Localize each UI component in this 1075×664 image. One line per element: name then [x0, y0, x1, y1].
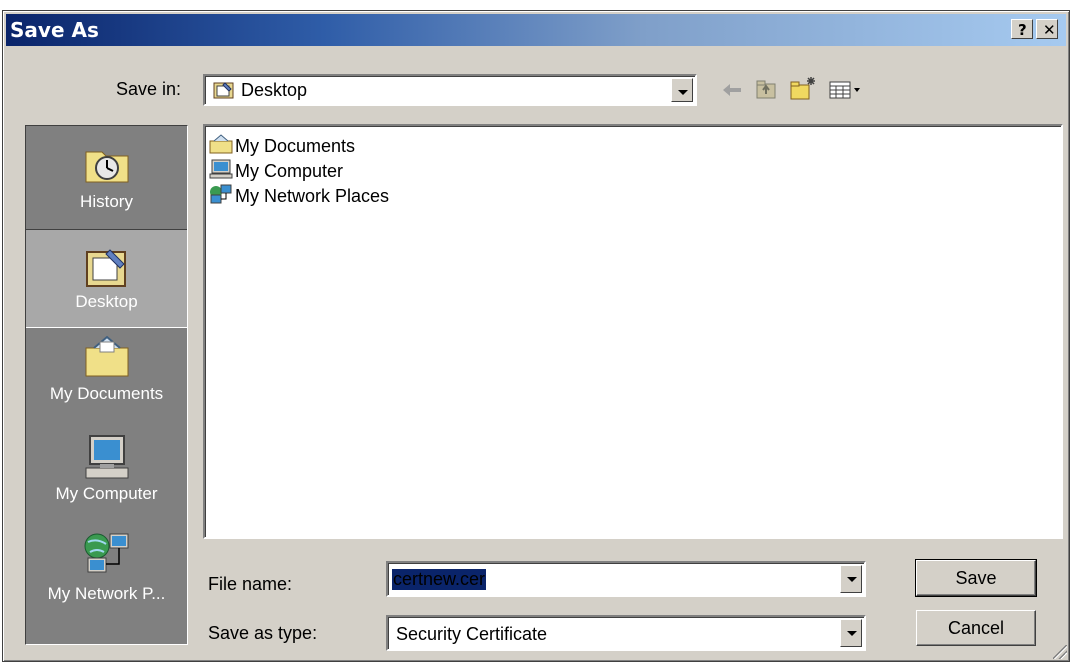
save-as-type-dropdown[interactable]: Security Certificate — [386, 615, 866, 651]
places-bar: History Desktop My Documents My Computer… — [25, 125, 188, 645]
list-item-label: My Documents — [235, 136, 356, 156]
file-list[interactable]: My Documents My Computer My Network Plac… — [203, 124, 1063, 539]
create-new-folder-icon[interactable] — [789, 75, 817, 106]
window-title: Save As — [10, 18, 99, 42]
history-icon — [82, 140, 132, 186]
title-bar[interactable]: Save As ? ✕ — [6, 14, 1066, 46]
places-label-desktop: Desktop — [75, 292, 138, 311]
my-documents-icon — [209, 134, 233, 159]
list-item[interactable]: My Documents — [209, 134, 355, 159]
list-item-label: My Computer — [235, 161, 344, 181]
save-as-dialog: Save As ? ✕ Save in: Desktop History Des… — [2, 10, 1070, 662]
file-name-value: certnew.cer — [392, 569, 487, 590]
my-network-places-icon — [82, 530, 132, 576]
my-documents-icon — [82, 334, 132, 380]
chevron-down-icon[interactable] — [840, 619, 862, 647]
places-item-my-network-places[interactable]: My Network P... — [26, 526, 187, 644]
save-as-type-value: Security Certificate — [396, 624, 548, 644]
save-in-dropdown[interactable]: Desktop — [203, 74, 697, 106]
save-in-label: Save in: — [116, 79, 182, 99]
list-item[interactable]: My Network Places — [209, 184, 389, 209]
desktop-icon — [213, 80, 235, 105]
my-network-places-icon — [209, 184, 233, 209]
cancel-button[interactable]: Cancel — [916, 610, 1036, 646]
places-item-my-documents[interactable]: My Documents — [26, 326, 187, 426]
places-item-history[interactable]: History — [26, 126, 187, 229]
resize-grip[interactable] — [1053, 645, 1067, 659]
view-menu-icon[interactable] — [829, 80, 861, 105]
my-computer-icon — [82, 434, 132, 480]
back-icon[interactable] — [721, 81, 743, 104]
list-item-label: My Network Places — [235, 186, 390, 206]
places-label-my-network-places: My Network P... — [47, 584, 166, 603]
places-item-desktop[interactable]: Desktop — [26, 229, 187, 328]
help-button[interactable]: ? — [1011, 19, 1033, 39]
chevron-down-icon[interactable] — [840, 565, 862, 593]
save-button[interactable]: Save — [915, 559, 1037, 597]
places-label-my-documents: My Documents — [49, 384, 164, 403]
places-label-history: History — [80, 192, 133, 211]
list-item[interactable]: My Computer — [209, 159, 343, 184]
close-button[interactable]: ✕ — [1036, 19, 1058, 39]
save-in-value: Desktop — [241, 80, 308, 100]
save-as-type-label: Save as type: — [208, 623, 318, 643]
places-item-my-computer[interactable]: My Computer — [26, 426, 187, 526]
places-label-my-computer: My Computer — [55, 484, 158, 503]
my-computer-icon — [209, 159, 233, 184]
up-one-level-icon[interactable] — [755, 78, 779, 105]
file-name-field[interactable]: certnew.cer — [386, 561, 866, 597]
file-name-label: File name: — [208, 574, 293, 594]
chevron-down-icon[interactable] — [671, 78, 693, 102]
desktop-icon — [82, 244, 132, 290]
